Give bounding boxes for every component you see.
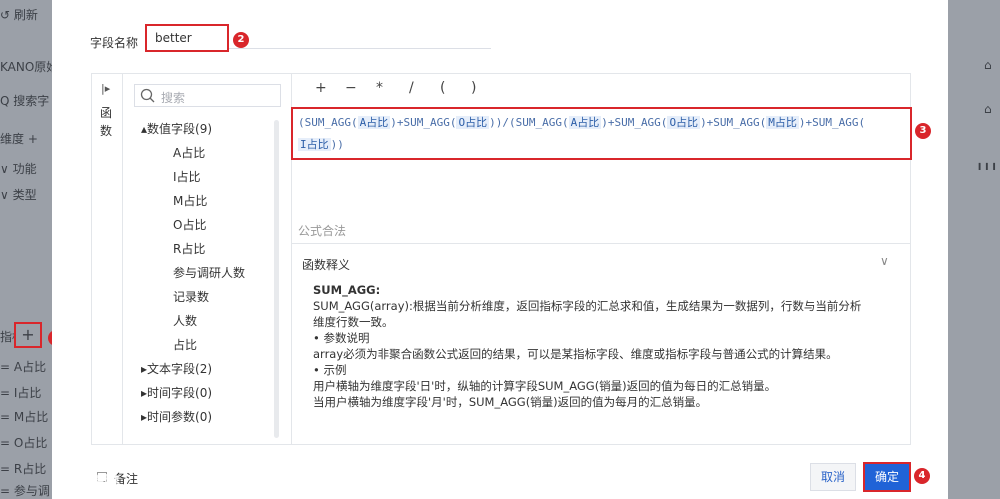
explain-line: • 参数说明 <box>313 331 370 345</box>
operator-button[interactable]: ( <box>440 80 445 96</box>
tree-item-field[interactable]: R占比 <box>173 239 205 259</box>
background-left-panel: ↺ 刷新KANO原始Q 搜索字维度 +∨ 功能∨ 类型指标= A占比= I占比=… <box>0 0 52 499</box>
background-row: = A占比 <box>0 360 47 374</box>
formula-textarea[interactable]: (SUM_AGG(A占比)+SUM_AGG(O占比))/(SUM_AGG(A占比… <box>291 107 912 160</box>
field-name-label: 字段名称 <box>90 36 139 50</box>
formula-text: ))/(SUM_AGG( <box>489 116 569 129</box>
background-row: ↺ 刷新 <box>0 8 38 22</box>
background-row: = I占比 <box>0 386 42 400</box>
tree-item-field[interactable]: 记录数 <box>173 287 209 307</box>
tree-group[interactable]: ▸时间参数(0) <box>141 407 212 427</box>
explain-line: array必须为非聚合函数公式返回的结果，可以是某指标字段、维度或指标字段与普通… <box>313 347 838 361</box>
formula-text: )+SUM_AGG( <box>798 116 866 129</box>
add-metric-button[interactable]: + <box>14 322 42 348</box>
confirm-button[interactable]: 确定 <box>863 462 911 492</box>
search-icon <box>140 88 155 103</box>
explain-line: • 示例 <box>313 363 347 377</box>
field-search-input[interactable]: 搜索 <box>134 84 281 107</box>
formula-valid-label: 公式合法 <box>298 224 347 238</box>
formula-field-token: A占比 <box>568 116 602 129</box>
operator-button[interactable]: * <box>376 80 383 96</box>
explain-title: 函数释义 <box>302 258 351 272</box>
step-badge-3: 3 <box>915 123 931 139</box>
search-placeholder: 搜索 <box>161 91 186 105</box>
background-row: 维度 + <box>0 132 38 146</box>
table-icon: ⌂ <box>984 58 992 72</box>
background-row: Q 搜索字 <box>0 94 50 108</box>
tree-item-field[interactable]: I占比 <box>173 167 201 187</box>
tree-item-field[interactable]: M占比 <box>173 191 207 211</box>
operator-button[interactable]: − <box>345 80 357 96</box>
formula-field-token: O占比 <box>667 116 701 129</box>
expand-icon[interactable]: |▸ <box>101 82 110 95</box>
tree-item-field[interactable]: 参与调研人数 <box>173 263 245 283</box>
tree-item-field[interactable]: A占比 <box>173 143 205 163</box>
formula-text: )+SUM_AGG( <box>601 116 668 129</box>
step-badge-4: 4 <box>914 468 930 484</box>
explain-line: 用户横轴为维度字段'日'时，纵轴的计算字段SUM_AGG(销量)返回的值为每日的… <box>313 379 777 393</box>
background-row: = R占比 <box>0 462 47 476</box>
formula-field-token: O占比 <box>456 116 490 129</box>
tree-group-numeric[interactable]: ▴数值字段(9) <box>141 119 212 139</box>
formula-field-token: A占比 <box>357 116 391 129</box>
background-row: = M占比 <box>0 410 49 424</box>
operator-button[interactable]: + <box>315 80 327 96</box>
tree-item-field[interactable]: O占比 <box>173 215 206 235</box>
formula-text: )) <box>330 138 344 151</box>
formula-field-token: I占比 <box>298 138 331 151</box>
operator-button[interactable]: / <box>409 80 414 96</box>
field-name-input[interactable]: better <box>145 24 229 52</box>
explain-line: 当用户横轴为维度字段'月'时，SUM_AGG(销量)返回的值为每月的汇总销量。 <box>313 395 708 409</box>
watermark: 大数跨跳 <box>56 472 121 491</box>
formula-field-token: M占比 <box>766 116 799 129</box>
step-badge-2: 2 <box>233 32 249 48</box>
background-row: ∨ 类型 <box>0 188 37 202</box>
tree-group[interactable]: ▸时间字段(0) <box>141 383 212 403</box>
tree-scrollbar[interactable] <box>274 120 279 438</box>
background-row: KANO原始 <box>0 60 52 74</box>
explain-line: SUM_AGG(array):根据当前分析维度，返回指标字段的汇总求和值，生成结… <box>313 299 862 313</box>
formula-text: )+SUM_AGG( <box>390 116 457 129</box>
tree-group[interactable]: ▸文本字段(2) <box>141 359 212 379</box>
background-row: ∨ 功能 <box>0 162 37 176</box>
function-side-tab[interactable]: |▸ 函数 <box>92 74 123 444</box>
background-row: = 参与调 <box>0 484 50 498</box>
chevron-down-icon[interactable]: ∨ <box>880 254 889 268</box>
table-icon: ⌂ <box>984 102 992 116</box>
explain-line: 维度行数一致。 <box>313 315 394 329</box>
divider <box>292 243 910 244</box>
formula-line: I占比)) <box>298 134 905 156</box>
tree-item-field[interactable]: 占比 <box>173 335 197 355</box>
cancel-button[interactable]: 取消 <box>810 463 856 491</box>
background-right-panel: ⌂ ⌂ ╻╻╻ <box>948 0 1000 499</box>
explain-body: SUM_AGG: SUM_AGG(array):根据当前分析维度，返回指标字段的汇… <box>313 282 898 410</box>
formula-text: (SUM_AGG( <box>298 116 358 129</box>
tree-item-field[interactable]: 人数 <box>173 311 197 331</box>
field-underline <box>229 48 491 49</box>
operator-button[interactable]: ) <box>471 80 476 96</box>
formula-line: (SUM_AGG(A占比)+SUM_AGG(O占比))/(SUM_AGG(A占比… <box>298 112 905 134</box>
formula-text: )+SUM_AGG( <box>700 116 767 129</box>
function-tab-label: 函数 <box>100 106 113 138</box>
bar-chart-icon: ╻╻╻ <box>976 156 998 170</box>
operator-bar: + − * / () <box>292 74 910 104</box>
explain-line: SUM_AGG: <box>313 283 381 297</box>
background-row: = O占比 <box>0 436 48 450</box>
